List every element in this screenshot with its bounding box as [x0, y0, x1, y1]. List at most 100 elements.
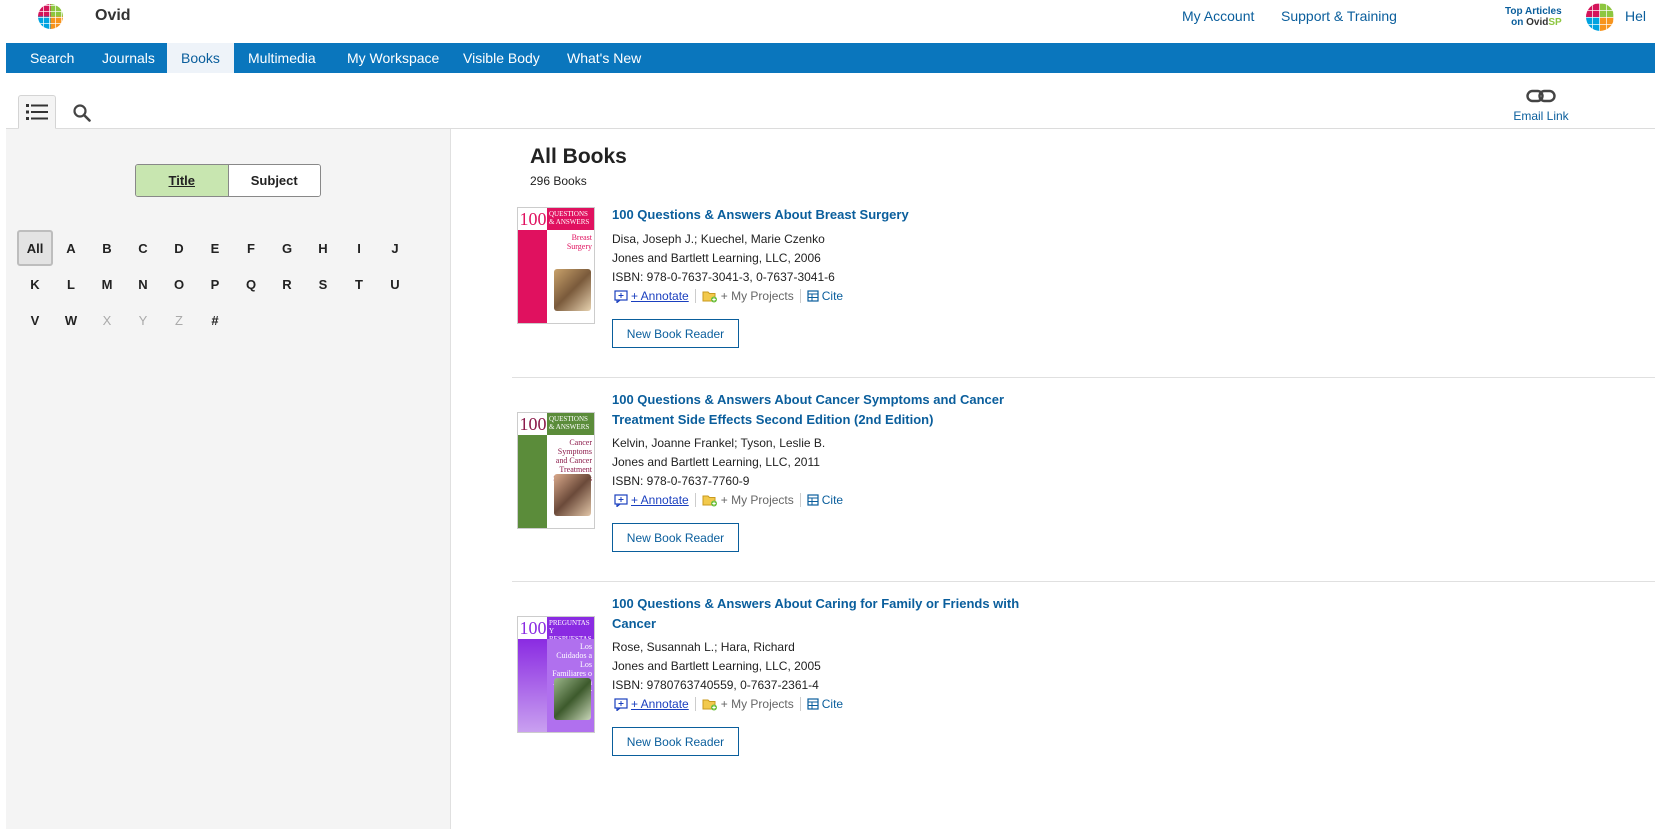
letter-k[interactable]: K	[17, 266, 53, 302]
nav-whats-new[interactable]: What's New	[553, 43, 655, 73]
letter-y: Y	[138, 312, 148, 328]
search-tab[interactable]	[68, 99, 96, 127]
top-articles-ovid: Ovid	[1526, 17, 1549, 28]
book-title-link[interactable]: 100 Questions & Answers About Breast Sur…	[612, 205, 1032, 225]
letter-q[interactable]: Q	[233, 266, 269, 302]
cover-number: 100	[518, 208, 548, 230]
book-publisher: Jones and Bartlett Learning, LLC, 2005	[612, 659, 821, 673]
annotate-icon	[614, 289, 628, 303]
top-articles-sp: SP	[1548, 17, 1562, 28]
annotate-icon	[614, 697, 628, 711]
book-authors: Kelvin, Joanne Frankel; Tyson, Leslie B.	[612, 436, 826, 450]
book-publisher: Jones and Bartlett Learning, LLC, 2011	[612, 455, 820, 469]
book-isbn: ISBN: 978-0-7637-7760-9	[612, 474, 750, 488]
book-title-link[interactable]: 100 Questions & Answers About Caring for…	[612, 594, 1032, 634]
annotate-button[interactable]: + Annotate	[612, 289, 695, 303]
book-actions: + Annotate + My Projects Cite	[612, 287, 849, 305]
book-item: 100 PREGUNTAS Y RESPUESTAS Los Cuidados …	[512, 582, 1655, 802]
nav-books[interactable]: Books	[167, 43, 234, 73]
ovid-logo-icon[interactable]	[38, 4, 63, 29]
cite-label: Cite	[821, 289, 844, 303]
book-cover[interactable]: 100 QUESTIONS & ANSWERS Cancer Symptoms …	[517, 412, 595, 529]
help-link[interactable]: Hel	[1625, 8, 1646, 24]
my-projects-button[interactable]: + My Projects	[694, 289, 800, 303]
my-projects-button[interactable]: + My Projects	[694, 493, 800, 507]
page-title: All Books	[530, 145, 627, 168]
letter-d[interactable]: D	[161, 230, 197, 266]
top-header: Ovid My Account Support & Training Top A…	[0, 0, 1655, 43]
top-articles-globe-icon[interactable]	[1586, 3, 1614, 31]
book-item: 100 QUESTIONS & ANSWERS Breast Surgery 1…	[512, 201, 1655, 378]
nav-my-workspace[interactable]: My Workspace	[333, 43, 453, 73]
book-actions: + Annotate + My Projects Cite	[612, 695, 849, 713]
annotate-button[interactable]: + Annotate	[612, 697, 695, 711]
letter-u[interactable]: U	[377, 266, 413, 302]
cover-photo	[554, 269, 591, 311]
letter-c[interactable]: C	[125, 230, 161, 266]
cite-label: Cite	[821, 697, 844, 711]
list-view-tab[interactable]	[18, 95, 56, 129]
nav-multimedia[interactable]: Multimedia	[234, 43, 330, 73]
cover-stripe	[518, 435, 548, 528]
letter-s[interactable]: S	[305, 266, 341, 302]
book-actions: + Annotate + My Projects Cite	[612, 491, 849, 509]
cite-button[interactable]: Cite	[799, 697, 849, 711]
letter-t[interactable]: T	[341, 266, 377, 302]
letter-f[interactable]: F	[233, 230, 269, 266]
browse-by-subject-button[interactable]: Subject	[228, 165, 320, 196]
letter-e[interactable]: E	[197, 230, 233, 266]
cover-stripe	[518, 230, 548, 323]
cover-photo	[554, 678, 591, 720]
new-book-reader-button[interactable]: New Book Reader	[612, 523, 739, 552]
brand-name[interactable]: Ovid	[95, 7, 131, 25]
main-nav: Search Journals Books Multimedia My Work…	[6, 43, 1655, 73]
letter-all[interactable]: All	[17, 230, 53, 266]
book-cover[interactable]: 100 PREGUNTAS Y RESPUESTAS Los Cuidados …	[517, 616, 595, 733]
letter-r[interactable]: R	[269, 266, 305, 302]
letter-i[interactable]: I	[341, 230, 377, 266]
nav-journals[interactable]: Journals	[88, 43, 169, 73]
book-cover[interactable]: 100 QUESTIONS & ANSWERS Breast Surgery	[517, 207, 595, 324]
cover-subtitle: Breast Surgery	[566, 233, 592, 251]
cite-icon	[807, 698, 819, 710]
nav-search[interactable]: Search	[16, 43, 88, 73]
email-link-button[interactable]: Email Link	[1511, 89, 1571, 123]
cite-button[interactable]: Cite	[799, 289, 849, 303]
top-articles-link[interactable]: Top Articles on OvidSP	[1505, 6, 1562, 28]
book-title-link[interactable]: 100 Questions & Answers About Cancer Sym…	[612, 390, 1032, 430]
letter-a[interactable]: A	[53, 230, 89, 266]
browse-toolbar: Email Link	[6, 73, 1655, 129]
book-results: All Books 296 Books 100 QUESTIONS & ANSW…	[452, 129, 1655, 829]
letter-v[interactable]: V	[17, 302, 53, 338]
new-book-reader-button[interactable]: New Book Reader	[612, 727, 739, 756]
book-authors: Disa, Joseph J.; Kuechel, Marie Czenko	[612, 232, 825, 246]
annotate-button[interactable]: + Annotate	[612, 493, 695, 507]
letter-l[interactable]: L	[53, 266, 89, 302]
cite-button[interactable]: Cite	[799, 493, 849, 507]
folder-add-icon	[702, 291, 717, 303]
my-projects-label: + My Projects	[720, 697, 794, 711]
letter-w[interactable]: W	[53, 302, 89, 338]
letter-o[interactable]: O	[161, 266, 197, 302]
letter-h[interactable]: H	[305, 230, 341, 266]
folder-add-icon	[702, 699, 717, 711]
letter-g[interactable]: G	[269, 230, 305, 266]
annotate-label: + Annotate	[631, 493, 689, 507]
new-book-reader-button[interactable]: New Book Reader	[612, 319, 739, 348]
nav-visible-body[interactable]: Visible Body	[449, 43, 554, 73]
browse-panel: Title Subject All A B C D E F G H I J K …	[6, 129, 451, 829]
browse-by-title-button[interactable]: Title	[136, 165, 229, 196]
annotate-icon	[614, 493, 628, 507]
my-projects-button[interactable]: + My Projects	[694, 697, 800, 711]
letter-p[interactable]: P	[197, 266, 233, 302]
letter-m[interactable]: M	[89, 266, 125, 302]
cover-number: 100	[518, 413, 548, 435]
letter-b[interactable]: B	[89, 230, 125, 266]
letter-j[interactable]: J	[377, 230, 413, 266]
cover-band: QUESTIONS & ANSWERS	[547, 413, 594, 435]
support-training-link[interactable]: Support & Training	[1281, 8, 1397, 24]
my-account-link[interactable]: My Account	[1182, 8, 1254, 24]
letter-n[interactable]: N	[125, 266, 161, 302]
search-icon	[73, 104, 91, 122]
letter-hash[interactable]: #	[197, 302, 233, 338]
